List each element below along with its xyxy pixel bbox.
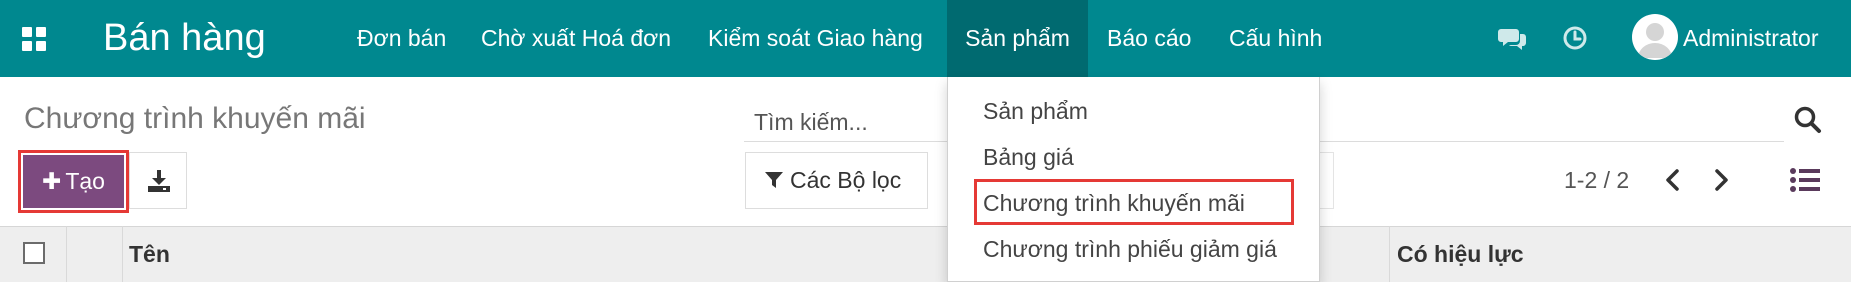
apps-grid-icon[interactable]: [22, 27, 46, 51]
dropdown-item-products[interactable]: Sản phẩm: [983, 96, 1088, 126]
chevron-left-icon[interactable]: [1659, 166, 1687, 194]
dropdown-item-promotion-programs[interactable]: Chương trình khuyến mãi: [983, 188, 1245, 218]
dropdown-item-coupon-programs[interactable]: Chương trình phiếu giảm giá: [983, 234, 1277, 264]
menu-item-products[interactable]: Sản phẩm: [947, 0, 1088, 77]
plus-icon: ✚: [42, 168, 62, 194]
app-title[interactable]: Bán hàng: [103, 14, 266, 62]
column-header-active[interactable]: Có hiệu lực: [1397, 226, 1524, 282]
import-button[interactable]: [129, 152, 187, 209]
column-separator: [1389, 226, 1390, 282]
user-avatar-icon: [1638, 23, 1672, 58]
top-navbar: Bán hàng Đơn bán Chờ xuất Hoá đơn Kiểm s…: [0, 0, 1851, 77]
user-name[interactable]: Administrator: [1683, 0, 1818, 77]
avatar[interactable]: [1632, 14, 1678, 60]
pager-value[interactable]: 1-2 / 2: [1564, 165, 1629, 195]
download-icon: [148, 170, 170, 192]
products-dropdown-menu: Sản phẩm Bảng giá Chương trình khuyến mã…: [947, 77, 1320, 282]
filters-button-label: Các Bộ lọc: [790, 167, 902, 193]
chevron-right-icon[interactable]: [1707, 166, 1735, 194]
menu-item-delivery-control[interactable]: Kiểm soát Giao hàng: [708, 0, 923, 77]
page-title: Chương trình khuyến mãi: [24, 102, 366, 135]
dropdown-item-pricelists[interactable]: Bảng giá: [983, 142, 1074, 172]
chat-icon[interactable]: [1498, 24, 1528, 54]
select-all-checkbox[interactable]: [23, 242, 45, 264]
menu-item-orders[interactable]: Đơn bán: [357, 0, 446, 77]
column-separator: [122, 226, 123, 282]
column-separator: [66, 226, 67, 282]
menu-item-configuration[interactable]: Cấu hình: [1229, 0, 1322, 77]
search-icon[interactable]: [1792, 104, 1824, 136]
filter-icon: [765, 171, 783, 188]
list-header: [0, 226, 1851, 282]
menu-item-to-invoice[interactable]: Chờ xuất Hoá đơn: [481, 0, 671, 77]
create-button-label: Tạo: [65, 168, 105, 194]
menu-item-reporting[interactable]: Báo cáo: [1107, 0, 1191, 77]
column-header-name[interactable]: Tên: [129, 226, 170, 282]
filters-button[interactable]: Các Bộ lọc: [745, 152, 928, 209]
list-view-icon[interactable]: [1789, 166, 1821, 194]
clock-icon[interactable]: [1560, 24, 1590, 54]
create-button[interactable]: ✚ Tạo: [23, 155, 124, 208]
